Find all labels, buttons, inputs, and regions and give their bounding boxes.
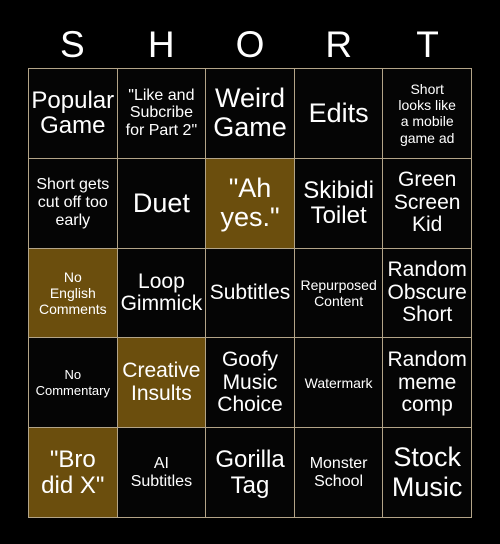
bingo-cell-label: Edits xyxy=(308,97,369,128)
bingo-cell-label: Subtitles xyxy=(209,280,291,304)
bingo-card: S H O R T Popular Game "Like and Subcribe for… xyxy=(0,0,500,544)
bingo-cell-label: Short looks like a mobile game ad xyxy=(398,80,456,146)
bingo-title-letter-1: H xyxy=(147,23,175,65)
bingo-cell-r1c4[interactable]: Edits xyxy=(294,69,383,158)
bingo-cell-r2c3[interactable]: "Ah yes." xyxy=(206,158,294,248)
bingo-title-letter-2: O xyxy=(235,23,265,65)
bingo-cell-r3c5[interactable]: Random Obscure Short xyxy=(383,248,471,338)
bingo-cell-r2c5[interactable]: Green Screen Kid xyxy=(383,158,471,248)
bingo-cell-label: Random meme comp xyxy=(387,348,467,417)
bingo-cell-label: Green Screen Kid xyxy=(393,168,461,237)
bingo-cell-label: "Ah yes." xyxy=(220,173,280,233)
bingo-cell-r3c4[interactable]: Repurposed Content xyxy=(294,248,383,338)
bingo-cell-label: Weird Game xyxy=(213,83,287,143)
bingo-cell-label: Skibidi Toilet xyxy=(303,176,374,230)
bingo-cell-r4c2[interactable]: Creative Insults xyxy=(117,338,206,428)
bingo-cell-label: Goofy Music Choice xyxy=(217,348,283,417)
bingo-cell-r3c3[interactable]: Subtitles xyxy=(206,248,294,338)
bingo-cell-r2c4[interactable]: Skibidi Toilet xyxy=(294,158,383,248)
bingo-cell-label: Duet xyxy=(132,187,190,218)
bingo-cell-label: Loop Gimmick xyxy=(120,269,203,315)
bingo-cell-label: Popular Game xyxy=(31,86,115,140)
bingo-cell-label: Repurposed Content xyxy=(300,276,377,309)
bingo-cell-r4c4[interactable]: Watermark xyxy=(294,338,383,428)
bingo-cell-label: Random Obscure Short xyxy=(387,258,467,327)
bingo-cell-r5c2[interactable]: AI Subtitles xyxy=(117,428,206,517)
bingo-cell-label: Watermark xyxy=(304,374,373,391)
bingo-cell-r2c2[interactable]: Duet xyxy=(117,158,206,248)
bingo-cell-r4c1[interactable]: No Commentary xyxy=(29,338,117,428)
bingo-cell-r5c5[interactable]: Stock Music xyxy=(383,428,471,517)
bingo-title-letter-4: T xyxy=(416,23,439,65)
bingo-title-letter-3: R xyxy=(325,23,353,65)
bingo-cell-label: Stock Music xyxy=(391,442,463,502)
bingo-cell-r5c1[interactable]: "Bro did X" xyxy=(29,428,117,517)
bingo-header: SHORT xyxy=(28,20,472,68)
bingo-grid: Popular Game "Like and Subcribe for Part … xyxy=(28,68,472,518)
bingo-cell-r1c3[interactable]: Weird Game xyxy=(206,69,294,158)
bingo-cell-r2c1[interactable]: Short gets cut off too early xyxy=(29,158,117,248)
bingo-cell-r3c1[interactable]: No English Comments xyxy=(29,248,117,338)
bingo-cell-label: No Commentary xyxy=(35,367,110,398)
bingo-cell-label: Monster School xyxy=(309,454,368,490)
bingo-cell-r1c1[interactable]: Popular Game xyxy=(29,69,117,158)
bingo-cell-label: "Bro did X" xyxy=(41,446,105,499)
bingo-cell-label: No English Comments xyxy=(38,268,107,318)
bingo-cell-label: AI Subtitles xyxy=(130,454,193,490)
bingo-cell-label: "Like and Subcribe for Part 2" xyxy=(125,86,198,140)
bingo-title-letter-0: S xyxy=(60,23,85,65)
bingo-cell-r5c3[interactable]: Gorilla Tag xyxy=(206,428,294,517)
bingo-cell-r5c4[interactable]: Monster School xyxy=(294,428,383,517)
bingo-cell-label: Short gets cut off too early xyxy=(36,176,110,230)
bingo-cell-r4c5[interactable]: Random meme comp xyxy=(383,338,471,428)
bingo-cell-r4c3[interactable]: Goofy Music Choice xyxy=(206,338,294,428)
bingo-cell-label: Creative Insults xyxy=(122,359,201,405)
bingo-cell-label: Gorilla Tag xyxy=(215,446,285,499)
bingo-cell-r1c2[interactable]: "Like and Subcribe for Part 2" xyxy=(117,69,206,158)
bingo-cell-r3c2[interactable]: Loop Gimmick xyxy=(117,248,206,338)
bingo-cell-r1c5[interactable]: Short looks like a mobile game ad xyxy=(383,69,471,158)
